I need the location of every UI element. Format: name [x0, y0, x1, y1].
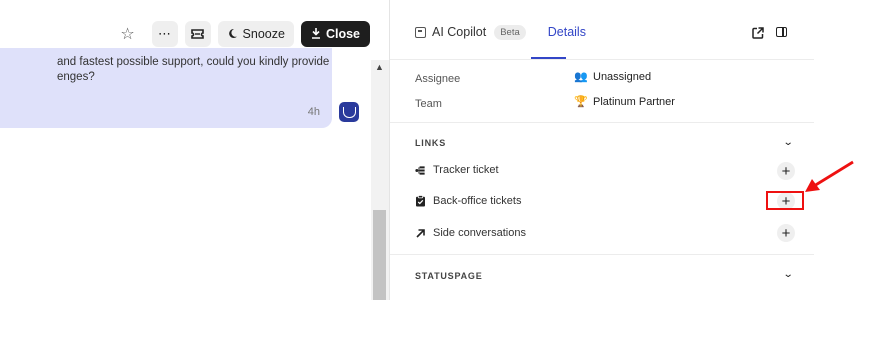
link-label: Tracker ticket: [433, 164, 499, 176]
message-timestamp: 4h: [307, 106, 320, 118]
chevron-down-icon[interactable]: ⌄: [783, 137, 794, 148]
links-section-title: LINKS: [415, 138, 446, 148]
users-icon: 👥: [574, 71, 588, 83]
assignee-text: Unassigned: [593, 70, 652, 83]
more-icon: ⋯: [158, 25, 172, 41]
scrollbar[interactable]: ▲: [371, 60, 389, 300]
link-item-side-conversations[interactable]: Side conversations: [415, 227, 526, 239]
user-icon: [342, 106, 356, 118]
details-pane: [390, 0, 814, 300]
link-item-back-office-tickets[interactable]: Back-office tickets: [415, 195, 521, 207]
open-external-icon[interactable]: [752, 27, 764, 39]
ticket-icon: [191, 28, 204, 39]
snooze-button[interactable]: Snooze: [217, 20, 294, 47]
tab-ai-copilot-label: AI Copilot: [432, 25, 487, 39]
tracker-icon: [415, 165, 425, 175]
section-divider: [390, 122, 814, 123]
arrow-up-right-icon: [416, 228, 425, 238]
moon-icon: [228, 28, 237, 38]
tab-details-label: Details: [547, 25, 586, 39]
ticket-button[interactable]: [184, 20, 211, 47]
add-side-conversation-button[interactable]: +: [777, 224, 795, 242]
avatar[interactable]: [339, 102, 359, 122]
message-text-line: and fastest possible support, could you …: [57, 56, 330, 68]
link-label: Back-office tickets: [433, 195, 522, 207]
header-divider: [390, 59, 814, 60]
download-icon: [311, 28, 320, 39]
conversation-pane: ☆ ⋯ Snooze Close and fastest possible su…: [0, 0, 389, 300]
tab-ai-copilot[interactable]: AI Copilot Beta: [415, 21, 526, 43]
close-button[interactable]: Close: [300, 20, 370, 47]
team-text: Platinum Partner: [593, 95, 675, 108]
add-tracker-ticket-button[interactable]: +: [777, 162, 795, 180]
copilot-icon: [415, 26, 426, 38]
assignee-label: Assignee: [415, 73, 461, 85]
details-tabs: AI Copilot Beta Details: [415, 21, 586, 43]
message-text-line: enges?: [57, 71, 95, 83]
team-value[interactable]: 🏆 Platinum Partner: [574, 95, 675, 109]
scrollbar-thumb[interactable]: [373, 210, 386, 300]
section-divider: [390, 254, 814, 255]
message-bubble: and fastest possible support, could you …: [0, 48, 332, 128]
statuspage-section-title: STATUSPAGE: [415, 271, 483, 281]
clipboard-icon: [416, 195, 425, 207]
team-label: Team: [415, 98, 442, 110]
close-label: Close: [325, 26, 360, 41]
link-item-tracker-ticket[interactable]: Tracker ticket: [415, 164, 499, 176]
beta-badge: Beta: [494, 24, 526, 40]
star-icon[interactable]: ☆: [117, 22, 139, 46]
annotation-highlight-box: [766, 191, 804, 210]
assignee-value[interactable]: 👥 Unassigned: [574, 70, 652, 84]
trophy-icon: 🏆: [574, 96, 588, 108]
tab-details[interactable]: Details: [548, 21, 586, 43]
scroll-up-arrow-icon[interactable]: ▲: [375, 62, 384, 72]
snooze-label: Snooze: [242, 26, 285, 41]
more-options-button[interactable]: ⋯: [151, 20, 178, 47]
toggle-sidebar-icon[interactable]: [776, 27, 787, 37]
chevron-down-icon[interactable]: ⌄: [783, 269, 794, 280]
link-label: Side conversations: [433, 227, 526, 239]
conversation-toolbar: ☆ ⋯ Snooze Close: [117, 20, 370, 47]
annotation-arrow-icon: [805, 160, 854, 192]
header-actions: [752, 27, 787, 39]
